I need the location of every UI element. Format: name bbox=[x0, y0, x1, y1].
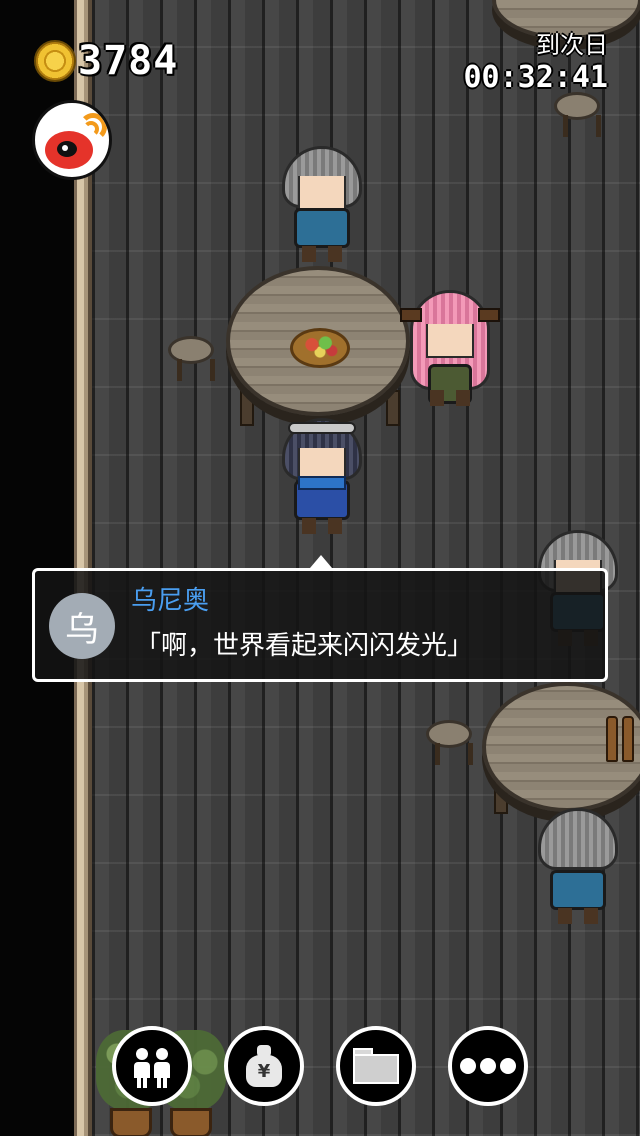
folder-icon bbox=[353, 1048, 399, 1084]
dialog-box[interactable]: 乌 乌尼奥 「啊，世界看起来闪闪发光」 bbox=[32, 568, 608, 682]
stool-top-right bbox=[554, 92, 601, 137]
folder-button[interactable] bbox=[336, 1026, 416, 1106]
gold-coin-icon bbox=[34, 40, 76, 82]
fruit-basket bbox=[290, 328, 350, 368]
stool-left bbox=[168, 336, 215, 381]
speaker-name: 乌尼奥 bbox=[131, 586, 210, 616]
more-button[interactable] bbox=[448, 1026, 528, 1106]
player-hero[interactable] bbox=[278, 418, 366, 538]
stool-lower-right bbox=[426, 720, 473, 765]
coin-count: 3784 bbox=[78, 38, 179, 84]
more-dots-icon bbox=[460, 1058, 516, 1074]
table-leg bbox=[240, 390, 254, 426]
npc-pink-hair-girl[interactable] bbox=[400, 290, 500, 410]
bottles bbox=[604, 702, 640, 762]
npc-gray-hair-back[interactable] bbox=[534, 808, 622, 928]
dialog-pointer bbox=[310, 555, 332, 568]
bag-button[interactable]: ¥ bbox=[224, 1026, 304, 1106]
coin-counter: 3784 bbox=[34, 38, 178, 84]
dialog-line: 「啊，世界看起来闪闪发光」 bbox=[135, 631, 474, 661]
speaker-avatar: 乌 bbox=[49, 593, 115, 659]
avatar-initial: 乌 bbox=[65, 609, 99, 650]
table-leg bbox=[386, 390, 400, 426]
party-members-icon bbox=[130, 1044, 174, 1088]
timer-label: 到次日 bbox=[536, 31, 608, 59]
money-bag-icon: ¥ bbox=[242, 1043, 286, 1089]
next-day-timer: 到次日 00:32:41 bbox=[464, 30, 609, 96]
party-button[interactable] bbox=[112, 1026, 192, 1106]
npc-gray-hair-top[interactable] bbox=[278, 146, 366, 266]
timer-value: 00:32:41 bbox=[463, 60, 609, 95]
weibo-icon[interactable] bbox=[32, 100, 112, 180]
